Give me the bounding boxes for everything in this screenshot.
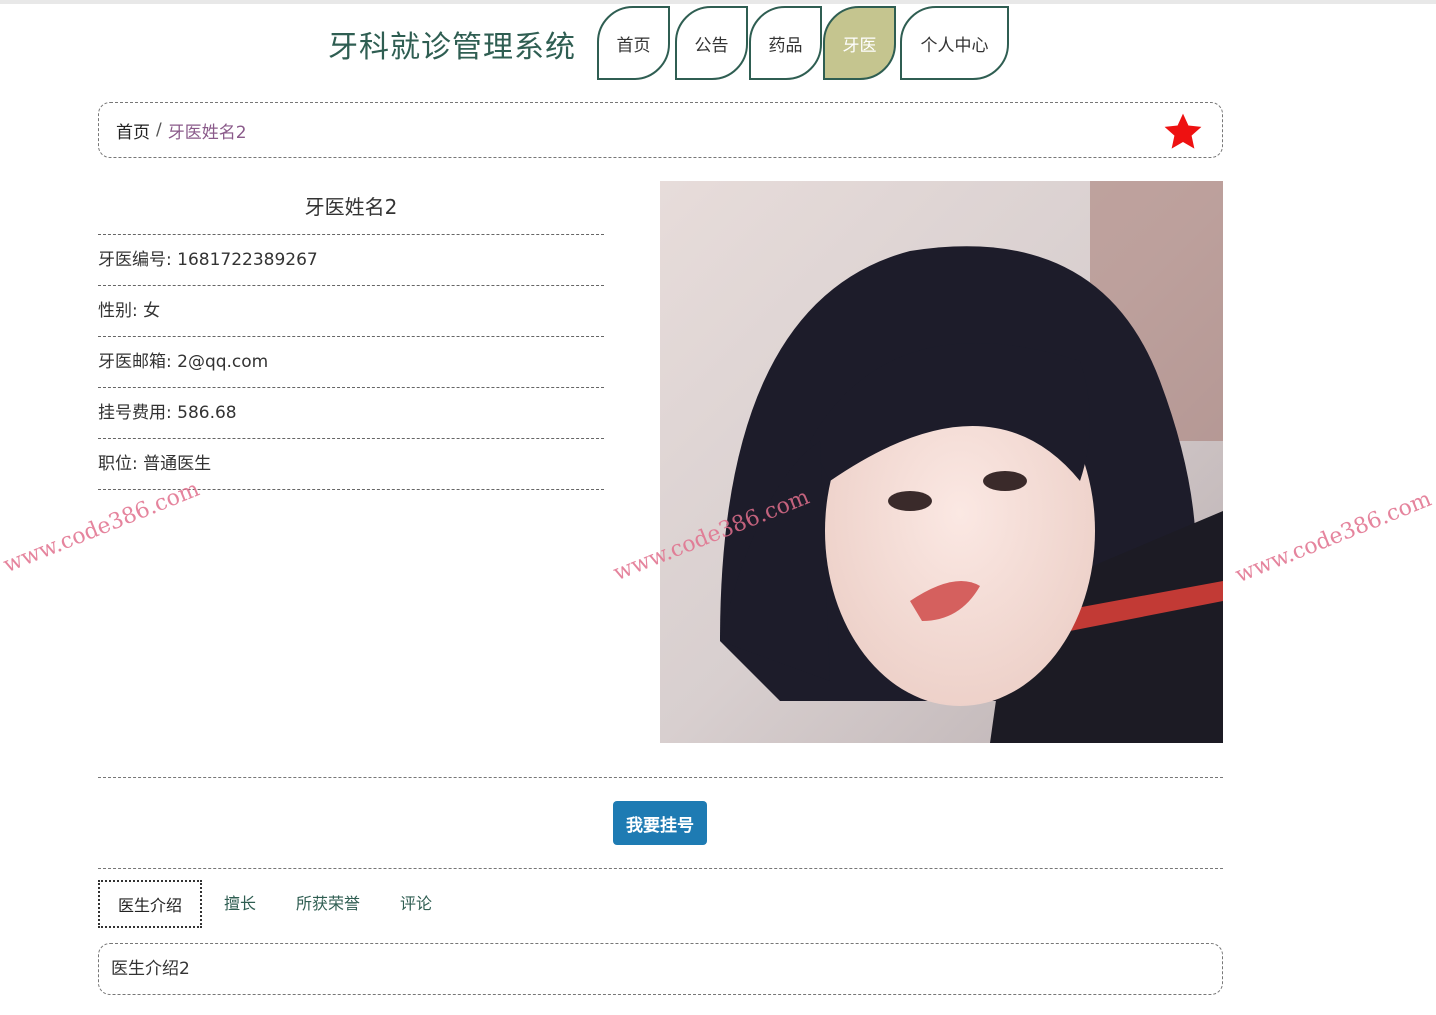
breadcrumb: 首页 / 牙医姓名2 bbox=[98, 102, 1223, 158]
breadcrumb-home[interactable]: 首页 bbox=[116, 118, 150, 143]
site-title: 牙科就诊管理系统 bbox=[328, 30, 576, 65]
nav-medicine[interactable]: 药品 bbox=[749, 6, 822, 80]
tab-honors[interactable]: 所获荣誉 bbox=[278, 880, 378, 928]
nav-dentist[interactable]: 牙医 bbox=[823, 6, 896, 80]
doctor-position: 职位: 普通医生 bbox=[98, 439, 604, 490]
section-divider bbox=[98, 868, 1223, 869]
watermark: www.code386.com bbox=[1232, 486, 1436, 589]
breadcrumb-separator: / bbox=[156, 120, 162, 140]
nav-notice[interactable]: 公告 bbox=[675, 6, 748, 80]
doctor-email: 牙医邮箱: 2@qq.com bbox=[98, 337, 604, 388]
doctor-photo bbox=[660, 181, 1223, 743]
detail-tabs: 医生介绍 擅长 所获荣誉 评论 bbox=[98, 880, 454, 928]
tab-specialty[interactable]: 擅长 bbox=[202, 880, 278, 928]
doctor-info-list: 牙医姓名2 牙医编号: 1681722389267 性别: 女 牙医邮箱: 2@… bbox=[98, 184, 604, 490]
nav-personal-center[interactable]: 个人中心 bbox=[900, 6, 1009, 80]
top-border bbox=[0, 0, 1436, 4]
doctor-name: 牙医姓名2 bbox=[98, 184, 604, 235]
tab-comments[interactable]: 评论 bbox=[378, 880, 454, 928]
book-appointment-button[interactable]: 我要挂号 bbox=[613, 801, 707, 845]
section-divider bbox=[98, 777, 1223, 778]
nav-home[interactable]: 首页 bbox=[597, 6, 670, 80]
tab-content: 医生介绍2 bbox=[98, 943, 1223, 995]
doctor-id: 牙医编号: 1681722389267 bbox=[98, 235, 604, 286]
breadcrumb-current: 牙医姓名2 bbox=[167, 122, 247, 143]
star-icon[interactable] bbox=[1162, 111, 1204, 153]
doctor-fee: 挂号费用: 586.68 bbox=[98, 388, 604, 439]
doctor-gender: 性别: 女 bbox=[98, 286, 604, 337]
watermark: www.code386.com bbox=[0, 476, 204, 579]
tab-introduction[interactable]: 医生介绍 bbox=[98, 880, 203, 928]
